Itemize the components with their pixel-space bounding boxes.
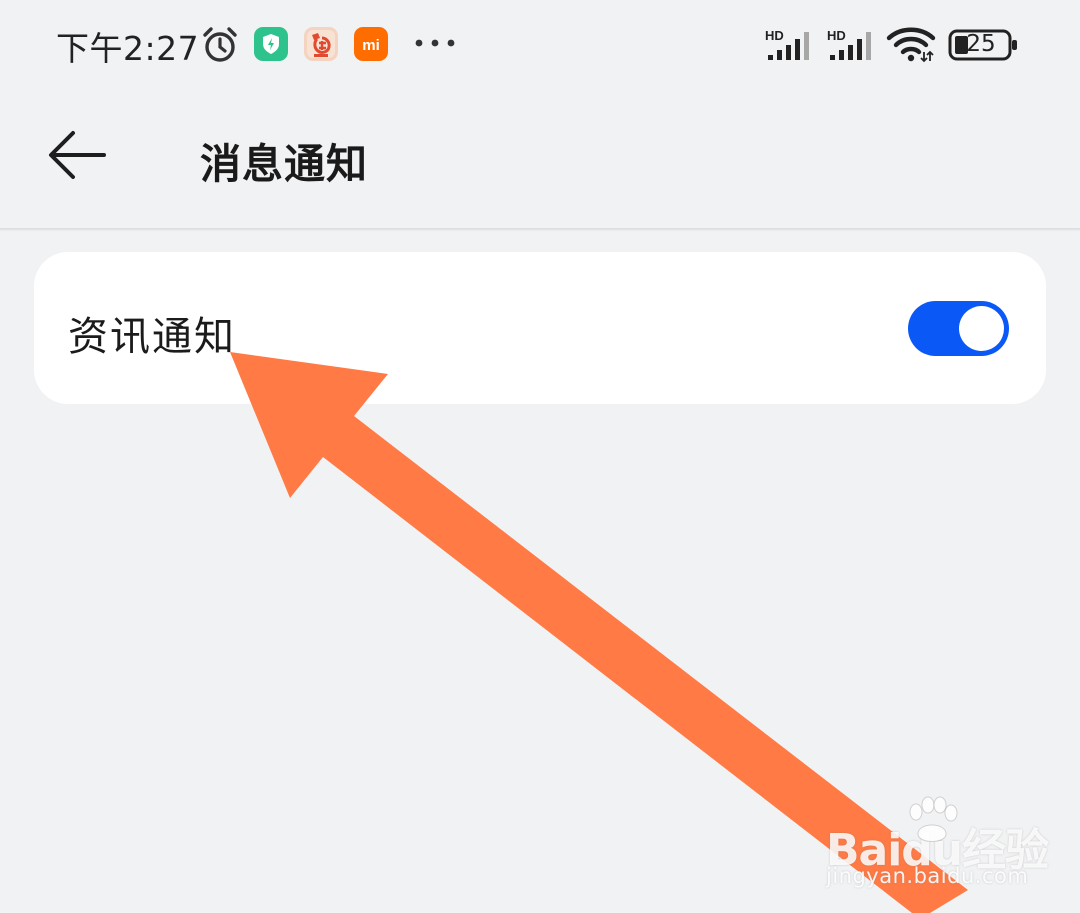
header-divider [0, 228, 1080, 231]
signal-1-label: HD [765, 28, 784, 43]
shopping-app-icon [304, 27, 338, 61]
hd-signal-icon: HD [765, 28, 809, 60]
back-button[interactable] [40, 118, 114, 192]
signal-2-label: HD [827, 28, 846, 43]
baidu-watermark: Baidu经验 jingyan.baidu.com [826, 796, 1056, 896]
status-time: 下午2:27 [56, 29, 200, 68]
guard-app-icon [254, 27, 288, 61]
back-arrow-icon [49, 131, 106, 179]
settings-card: 资讯通知 [34, 252, 1046, 404]
page-title: 消息通知 [200, 140, 368, 188]
setting-label: 资讯通知 [68, 314, 236, 360]
mi-app-label: mi [362, 37, 380, 54]
news-notification-toggle[interactable] [908, 301, 1009, 356]
watermark-url: jingyan.baidu.com [826, 864, 1029, 888]
alarm-icon [203, 27, 237, 62]
paw-icon [909, 796, 958, 842]
app-header: 消息通知 [0, 90, 1080, 228]
wifi-icon [886, 27, 936, 63]
status-bar: 下午2:27 mi HD HD 25 [0, 0, 1080, 90]
battery-level: 25 [966, 31, 996, 57]
more-notifications-icon [415, 39, 455, 47]
hd-signal-icon: HD [827, 28, 871, 60]
mi-app-icon: mi [354, 27, 388, 61]
toggle-knob [959, 306, 1004, 351]
